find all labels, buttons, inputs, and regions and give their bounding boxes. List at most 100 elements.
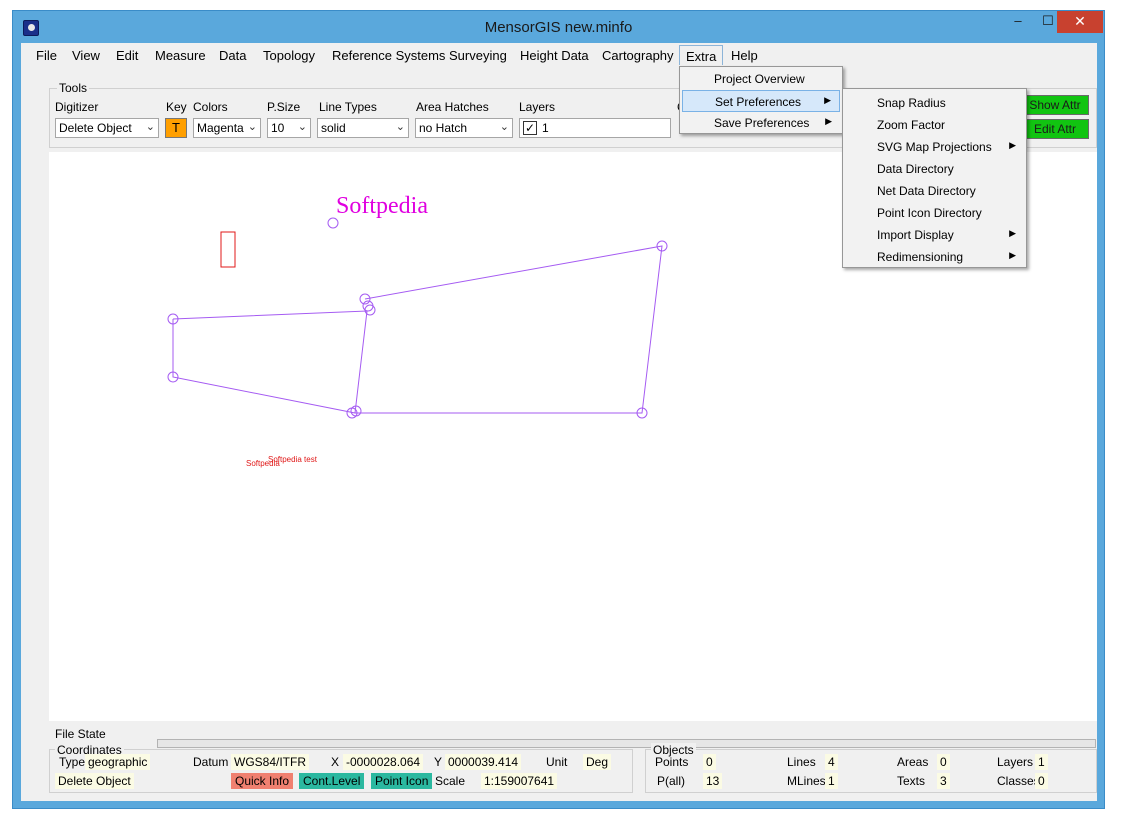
points-value: 0 xyxy=(703,754,716,770)
line-types-value: solid xyxy=(321,121,346,135)
pall-label: P(all) xyxy=(657,774,686,788)
scale-value: 1:159007641 xyxy=(481,773,558,789)
menu-item-label: Point Icon Directory xyxy=(877,206,982,220)
red-rectangle xyxy=(220,231,236,268)
menu-height-data[interactable]: Height Data xyxy=(520,48,589,63)
pall-value: 13 xyxy=(703,773,723,789)
minimize-button[interactable]: – xyxy=(1003,11,1033,33)
lines-value: 4 xyxy=(825,754,838,770)
lines-label: Lines xyxy=(787,755,816,769)
menu-item-svg-map-projections[interactable]: SVG Map Projections ▶ xyxy=(845,136,1024,158)
line-types-select[interactable]: solid ⌄ xyxy=(317,118,409,138)
polygon-left xyxy=(172,310,368,414)
cont-level-button[interactable]: Cont.Level xyxy=(299,773,365,789)
line-types-label: Line Types xyxy=(319,100,377,114)
menu-item-data-directory[interactable]: Data Directory xyxy=(845,158,1024,180)
x-value: -0000028.064 xyxy=(343,754,424,770)
menu-surveying[interactable]: Surveying xyxy=(449,48,507,63)
tools-group-label: Tools xyxy=(57,81,90,95)
canvas-label-2: Softpedia test xyxy=(268,455,318,464)
points-label: Points xyxy=(655,755,689,769)
submenu-arrow-icon: ▶ xyxy=(824,95,831,105)
psize-value: 10 xyxy=(271,121,285,135)
menu-view[interactable]: View xyxy=(72,48,100,63)
layers-value: 1 xyxy=(542,121,549,135)
menu-file[interactable]: File xyxy=(36,48,57,63)
layers-field[interactable]: ✓ 1 xyxy=(519,118,671,138)
colors-select[interactable]: Magenta ⌄ xyxy=(193,118,261,138)
menu-item-label: Redimensioning xyxy=(877,250,964,264)
y-label: Y xyxy=(434,755,443,769)
texts-label: Texts xyxy=(897,774,926,788)
key-button[interactable]: T xyxy=(165,118,187,138)
menu-measure[interactable]: Measure xyxy=(155,48,206,63)
quick-info-button[interactable]: Quick Info xyxy=(231,773,294,789)
menu-cartography[interactable]: Cartography xyxy=(602,48,674,63)
layers-count-label: Layers xyxy=(997,755,1034,769)
area-hatches-select[interactable]: no Hatch ⌄ xyxy=(415,118,513,138)
areas-label: Areas xyxy=(897,755,929,769)
menu-item-label: Import Display xyxy=(877,228,954,242)
chevron-down-icon: ⌄ xyxy=(395,121,405,133)
layers-label: Layers xyxy=(519,100,556,114)
datum-label: Datum xyxy=(193,755,229,769)
menu-item-label: Net Data Directory xyxy=(877,184,976,198)
area-hatches-value: no Hatch xyxy=(419,121,468,135)
menu-item-redimensioning[interactable]: Redimensioning ▶ xyxy=(845,246,1024,268)
unit-value: Deg xyxy=(583,754,612,770)
digitizer-value: Delete Object xyxy=(59,121,132,135)
mlines-label: MLines xyxy=(787,774,826,788)
vertex-marker xyxy=(364,304,376,316)
menu-item-label: SVG Map Projections xyxy=(877,140,992,154)
menu-item-label: Project Overview xyxy=(714,72,805,86)
menu-item-project-overview[interactable]: Project Overview xyxy=(682,68,840,90)
preferences-submenu: Snap Radius Zoom Factor SVG Map Projecti… xyxy=(842,88,1027,268)
classes-value: 0 xyxy=(1035,773,1048,789)
edit-attr-button[interactable]: Edit Attr xyxy=(1021,119,1089,139)
close-button[interactable]: ✕ xyxy=(1057,11,1103,33)
menu-topology[interactable]: Topology xyxy=(263,48,315,63)
menu-edit[interactable]: Edit xyxy=(116,48,138,63)
menu-item-save-preferences[interactable]: Save Preferences ▶ xyxy=(682,112,840,134)
type-value: geographic xyxy=(85,754,151,770)
digitizer-select[interactable]: Delete Object ⌄ xyxy=(55,118,159,138)
menu-reference-systems[interactable]: Reference Systems xyxy=(332,48,445,63)
areas-value: 0 xyxy=(937,754,950,770)
menu-item-zoom-factor[interactable]: Zoom Factor xyxy=(845,114,1024,136)
show-attr-button[interactable]: Show Attr xyxy=(1021,95,1089,115)
classes-label: Classes xyxy=(997,774,1040,788)
layer-visible-checkbox[interactable]: ✓ xyxy=(523,121,537,135)
menu-bar: File View Edit Measure Data Topology Ref… xyxy=(21,43,1097,65)
mode-value: Delete Object xyxy=(55,773,134,789)
unit-label: Unit xyxy=(546,755,568,769)
menu-item-point-icon-directory[interactable]: Point Icon Directory xyxy=(845,202,1024,224)
point-icon-button[interactable]: Point Icon xyxy=(371,773,433,789)
menu-help[interactable]: Help xyxy=(731,48,758,63)
submenu-arrow-icon: ▶ xyxy=(1009,250,1016,260)
menu-item-label: Save Preferences xyxy=(714,116,810,130)
menu-item-set-preferences[interactable]: Set Preferences ▶ xyxy=(682,90,840,112)
app-window: MensorGIS new.minfo – ☐ ✕ File View Edit… xyxy=(12,10,1105,809)
polygon-right xyxy=(355,245,663,414)
menu-item-label: Set Preferences xyxy=(715,95,802,109)
menu-extra[interactable]: Extra xyxy=(679,45,724,65)
menu-item-import-display[interactable]: Import Display ▶ xyxy=(845,224,1024,246)
submenu-arrow-icon: ▶ xyxy=(825,116,832,126)
colors-label: Colors xyxy=(193,100,228,114)
file-state-progress xyxy=(157,739,1096,748)
submenu-arrow-icon: ▶ xyxy=(1009,140,1016,150)
mlines-value: 1 xyxy=(825,773,838,789)
window-title: MensorGIS new.minfo xyxy=(484,19,633,36)
menu-item-net-data-directory[interactable]: Net Data Directory xyxy=(845,180,1024,202)
chevron-down-icon: ⌄ xyxy=(145,121,155,133)
y-value: 0000039.414 xyxy=(445,754,522,770)
menu-item-label: Data Directory xyxy=(877,162,954,176)
datum-value: WGS84/ITFR xyxy=(231,754,310,770)
menu-item-label: Zoom Factor xyxy=(877,118,946,132)
vertex-marker xyxy=(327,217,339,229)
menu-data[interactable]: Data xyxy=(219,48,246,63)
menu-item-snap-radius[interactable]: Snap Radius xyxy=(845,92,1024,114)
submenu-arrow-icon: ▶ xyxy=(1009,228,1016,238)
psize-select[interactable]: 10 ⌄ xyxy=(267,118,311,138)
key-label: Key xyxy=(166,100,187,114)
